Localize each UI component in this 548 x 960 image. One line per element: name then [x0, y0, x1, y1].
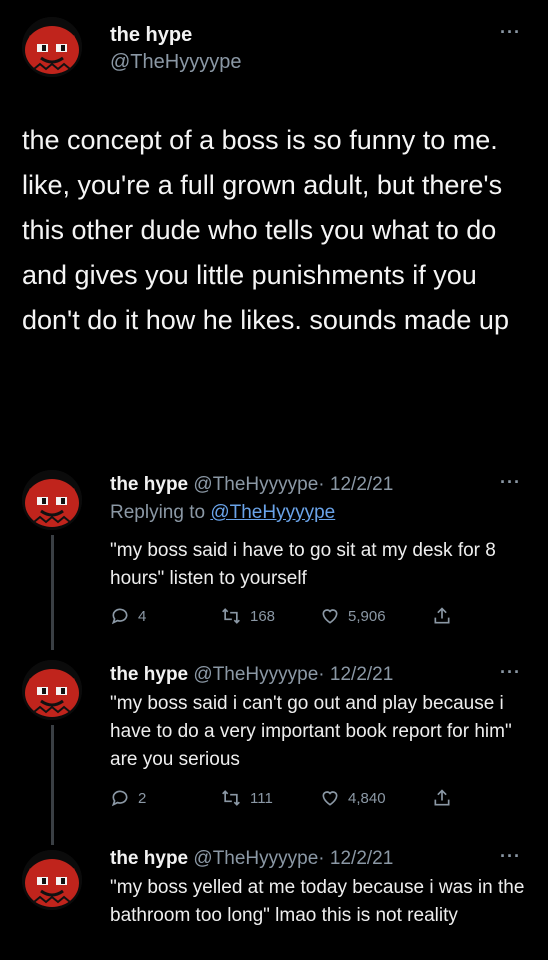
- display-name[interactable]: the hype: [110, 848, 188, 869]
- reply-header: the hype @TheHyyyype· 12/2/21: [110, 662, 393, 688]
- heart-icon: [320, 606, 340, 626]
- share-icon: [432, 788, 452, 808]
- tweet-text: "my boss yelled at me today because i wa…: [110, 877, 525, 926]
- tweet-text: "my boss said i can't go out and play be…: [110, 693, 512, 770]
- thread-line: [51, 535, 54, 650]
- avatar[interactable]: [22, 470, 82, 530]
- reply-header: the hype @TheHyyyype· 12/2/21: [110, 846, 393, 872]
- heart-icon: [320, 788, 340, 808]
- tweet-date[interactable]: · 12/2/21: [318, 848, 393, 869]
- avatar[interactable]: [22, 850, 82, 910]
- retweet-button[interactable]: 168: [220, 603, 275, 629]
- replying-to-link[interactable]: @TheHyyyype: [210, 502, 335, 523]
- user-handle[interactable]: @TheHyyyype: [193, 664, 318, 685]
- user-handle[interactable]: @TheHyyyype: [193, 848, 318, 869]
- reply-count: 2: [138, 789, 147, 807]
- thread-line: [51, 725, 54, 845]
- retweet-icon: [220, 606, 242, 626]
- tweet-actions: 4 168 5,906: [110, 603, 470, 629]
- more-options-icon[interactable]: ···: [500, 472, 521, 493]
- share-icon: [432, 606, 452, 626]
- avatar[interactable]: [22, 660, 82, 720]
- tweet-text: the concept of a boss is so funny to me.…: [22, 125, 509, 335]
- reply-count: 4: [138, 607, 147, 625]
- retweet-icon: [220, 788, 242, 808]
- user-handle[interactable]: @TheHyyyype: [110, 49, 241, 76]
- more-options-icon[interactable]: ···: [500, 22, 521, 43]
- like-button[interactable]: 4,840: [320, 785, 386, 811]
- replying-to: Replying to @TheHyyyype: [110, 500, 335, 526]
- display-name[interactable]: the hype: [110, 474, 188, 495]
- retweet-count: 168: [250, 607, 276, 625]
- avatar[interactable]: [22, 17, 82, 77]
- reply-icon: [110, 788, 130, 808]
- tweet-date[interactable]: · 12/2/21: [318, 664, 393, 685]
- tweet-date[interactable]: · 12/2/21: [318, 474, 393, 495]
- main-tweet-header: the hype @TheHyyyype: [110, 22, 241, 76]
- display-name[interactable]: the hype: [110, 24, 192, 46]
- reply-icon: [110, 606, 130, 626]
- reply-header: the hype @TheHyyyype· 12/2/21: [110, 472, 393, 498]
- retweet-button[interactable]: 111: [220, 785, 273, 811]
- retweet-count: 111: [250, 789, 273, 807]
- tweet-text: "my boss said i have to go sit at my des…: [110, 540, 496, 589]
- like-count: 5,906: [348, 607, 386, 625]
- more-options-icon[interactable]: ···: [500, 846, 521, 867]
- like-count: 4,840: [348, 789, 386, 807]
- replying-to-label: Replying to: [110, 502, 211, 523]
- share-button[interactable]: [432, 603, 452, 629]
- user-handle[interactable]: @TheHyyyype: [193, 474, 318, 495]
- share-button[interactable]: [432, 785, 452, 811]
- reply-button[interactable]: 4: [110, 603, 146, 629]
- more-options-icon[interactable]: ···: [500, 662, 521, 683]
- reply-button[interactable]: 2: [110, 785, 146, 811]
- like-button[interactable]: 5,906: [320, 603, 386, 629]
- display-name[interactable]: the hype: [110, 664, 188, 685]
- tweet-actions: 2 111 4,840: [110, 785, 470, 811]
